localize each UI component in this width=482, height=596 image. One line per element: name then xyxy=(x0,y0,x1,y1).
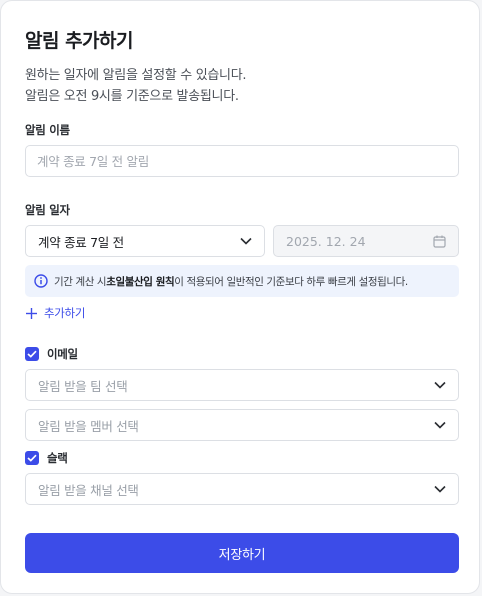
info-text-suffix: 이 적용되어 일반적인 기준보다 하루 빠르게 설정됩니다. xyxy=(174,275,408,288)
description-line: 원하는 일자에 알림을 설정할 수 있습니다. xyxy=(25,68,247,83)
alert-date-select[interactable]: 계약 종료 7일 전 xyxy=(25,225,265,257)
alert-name-label: 알림 이름 xyxy=(25,123,70,137)
email-member-placeholder: 알림 받을 멤버 선택 xyxy=(38,418,139,434)
dialog-description: 원하는 일자에 알림을 설정할 수 있습니다. 알림은 오전 9시를 기준으로 … xyxy=(25,65,247,107)
alert-date-selected: 계약 종료 7일 전 xyxy=(38,234,124,250)
chevron-down-icon xyxy=(434,485,446,493)
add-alert-button[interactable]: 추가하기 xyxy=(25,305,85,321)
info-text-prefix: 기간 계산 시 xyxy=(54,275,107,288)
date-value: 2025. 12. 24 xyxy=(286,233,366,249)
alert-dialog: 알림 추가하기 원하는 일자에 알림을 설정할 수 있습니다. 알림은 오전 9… xyxy=(0,0,480,594)
alert-date-label: 알림 일자 xyxy=(25,203,70,217)
slack-channel-select[interactable]: 알림 받을 채널 선택 xyxy=(25,473,459,505)
dialog-title: 알림 추가하기 xyxy=(25,30,134,52)
slack-label: 슬랙 xyxy=(47,451,68,465)
email-team-select[interactable]: 알림 받을 팀 선택 xyxy=(25,369,459,401)
checkbox-checked-icon xyxy=(25,451,39,465)
alert-name-field-wrapper xyxy=(25,145,459,177)
description-line: 알림은 오전 9시를 기준으로 발송됩니다. xyxy=(25,89,239,104)
chevron-down-icon xyxy=(240,237,252,245)
checkbox-checked-icon xyxy=(25,347,39,361)
email-team-placeholder: 알림 받을 팀 선택 xyxy=(38,378,128,394)
alert-name-input[interactable] xyxy=(26,146,458,176)
info-icon xyxy=(34,274,48,288)
plus-icon xyxy=(26,307,37,319)
email-member-select[interactable]: 알림 받을 멤버 선택 xyxy=(25,409,459,441)
calendar-icon xyxy=(433,235,446,248)
info-text-bold: 초일불산입 원칙 xyxy=(106,275,175,288)
add-alert-label: 추가하기 xyxy=(44,306,86,320)
save-button[interactable]: 저장하기 xyxy=(25,533,459,573)
chevron-down-icon xyxy=(434,381,446,389)
chevron-down-icon xyxy=(434,421,446,429)
slack-channel-placeholder: 알림 받을 채널 선택 xyxy=(38,482,139,498)
email-label: 이메일 xyxy=(47,347,78,361)
slack-checkbox[interactable]: 슬랙 xyxy=(25,450,68,466)
email-checkbox[interactable]: 이메일 xyxy=(25,346,78,362)
info-banner: 기간 계산 시 초일불산입 원칙 이 적용되어 일반적인 기준보다 하루 빠르게… xyxy=(25,265,459,297)
date-field[interactable]: 2025. 12. 24 xyxy=(273,225,459,257)
